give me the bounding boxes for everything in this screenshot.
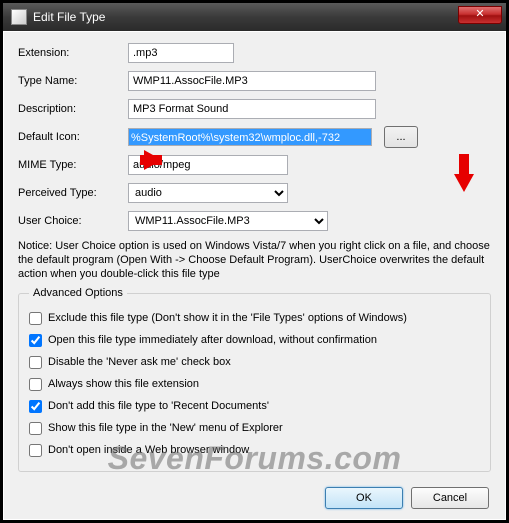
typename-input[interactable] — [128, 71, 376, 91]
description-label: Description: — [18, 103, 128, 115]
userchoice-label: User Choice: — [18, 215, 128, 227]
cancel-button[interactable]: Cancel — [411, 487, 489, 509]
list-item: Disable the 'Never ask me' check box — [29, 353, 480, 371]
opt-open-after-download-checkbox[interactable] — [29, 334, 42, 347]
mimetype-input[interactable] — [128, 155, 288, 175]
list-item: Open this file type immediately after do… — [29, 331, 480, 349]
close-button[interactable]: ✕ — [458, 6, 502, 24]
defaulticon-input[interactable]: %SystemRoot%\system32\wmploc.dll,-732 — [128, 128, 372, 146]
notice-text: Notice: User Choice option is used on Wi… — [18, 240, 491, 281]
opt-no-recent-docs-label: Don't add this file type to 'Recent Docu… — [48, 400, 269, 412]
ok-button[interactable]: OK — [325, 487, 403, 509]
window-title: Edit File Type — [33, 10, 105, 24]
dialog-content: Extension: Type Name: Description: Defau… — [3, 31, 506, 520]
list-item: Always show this file extension — [29, 375, 480, 393]
perceivedtype-select[interactable]: audio — [128, 183, 288, 203]
opt-disable-never-ask-label: Disable the 'Never ask me' check box — [48, 356, 231, 368]
advanced-legend: Advanced Options — [29, 287, 127, 299]
opt-show-in-new-menu-label: Show this file type in the 'New' menu of… — [48, 422, 283, 434]
dialog-button-bar: OK Cancel — [325, 487, 489, 509]
list-item: Don't open inside a Web browser window — [29, 441, 480, 459]
list-item: Show this file type in the 'New' menu of… — [29, 419, 480, 437]
opt-exclude-label: Exclude this file type (Don't show it in… — [48, 312, 407, 324]
close-icon: ✕ — [475, 8, 484, 20]
list-item: Exclude this file type (Don't show it in… — [29, 309, 480, 327]
advanced-options-group: Advanced Options Exclude this file type … — [18, 287, 491, 472]
mimetype-label: MIME Type: — [18, 159, 128, 171]
extension-input[interactable] — [128, 43, 234, 63]
opt-no-browser-window-checkbox[interactable] — [29, 444, 42, 457]
opt-always-show-ext-checkbox[interactable] — [29, 378, 42, 391]
description-input[interactable] — [128, 99, 376, 119]
opt-exclude-checkbox[interactable] — [29, 312, 42, 325]
opt-no-recent-docs-checkbox[interactable] — [29, 400, 42, 413]
userchoice-select[interactable]: WMP11.AssocFile.MP3 — [128, 211, 328, 231]
opt-open-after-download-label: Open this file type immediately after do… — [48, 334, 377, 346]
extension-label: Extension: — [18, 47, 128, 59]
opt-always-show-ext-label: Always show this file extension — [48, 378, 199, 390]
opt-no-browser-window-label: Don't open inside a Web browser window — [48, 444, 249, 456]
typename-label: Type Name: — [18, 75, 128, 87]
opt-disable-never-ask-checkbox[interactable] — [29, 356, 42, 369]
list-item: Don't add this file type to 'Recent Docu… — [29, 397, 480, 415]
opt-show-in-new-menu-checkbox[interactable] — [29, 422, 42, 435]
defaulticon-label: Default Icon: — [18, 131, 128, 143]
titlebar: Edit File Type ✕ — [3, 3, 506, 31]
perceivedtype-label: Perceived Type: — [18, 187, 128, 199]
app-icon — [11, 9, 27, 25]
browse-icon-button[interactable]: ... — [384, 126, 418, 148]
